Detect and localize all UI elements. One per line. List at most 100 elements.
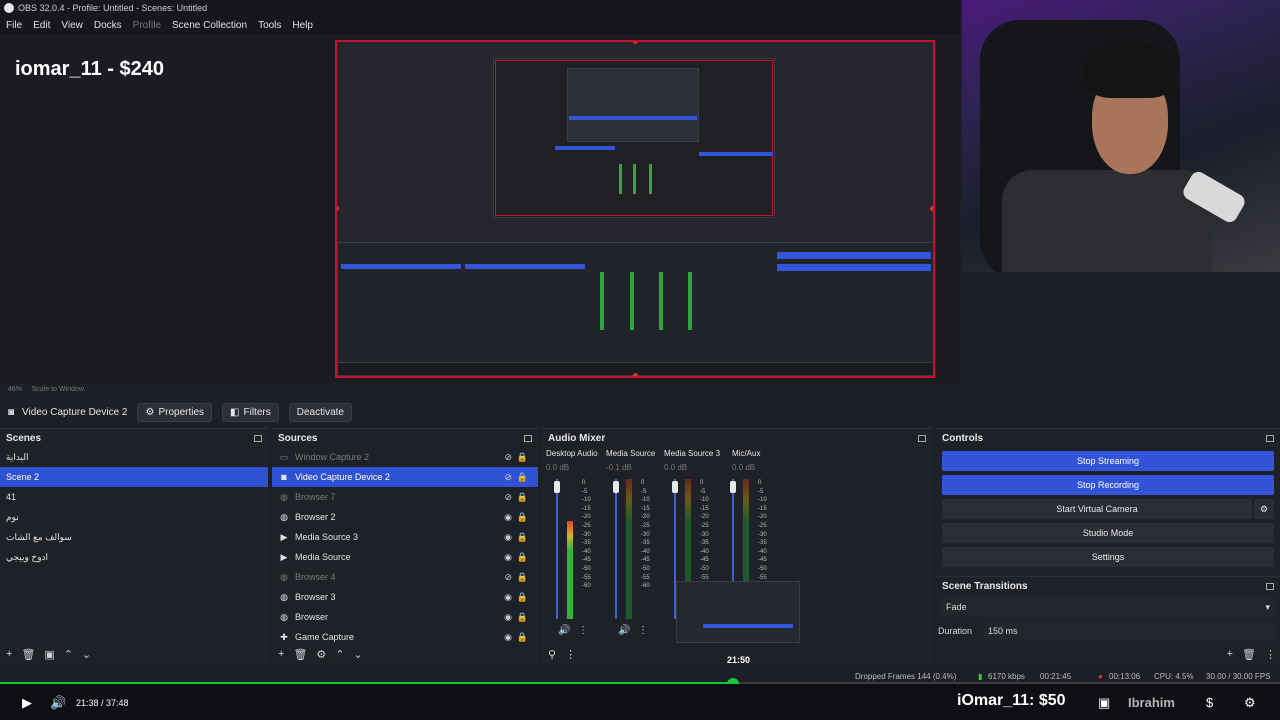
nested-meter (600, 272, 604, 330)
undock-icon[interactable] (524, 434, 532, 442)
kebab-menu-icon[interactable]: ⋮ (638, 625, 648, 636)
scene-item[interactable]: سوالف مع الشات (0, 527, 268, 547)
eye-icon[interactable]: ◉ (504, 532, 512, 543)
volume-slider[interactable] (615, 479, 617, 619)
lock-icon[interactable]: 🔒 (517, 552, 528, 563)
transition-select[interactable]: Fade ▾ (940, 597, 1276, 617)
menu-help[interactable]: Help (292, 20, 313, 31)
kebab-menu-icon[interactable]: ⋮ (565, 648, 576, 661)
volume-slider-knob[interactable] (613, 481, 619, 493)
add-icon[interactable]: + (6, 648, 12, 660)
trash-icon[interactable]: 🗑 (293, 648, 307, 661)
resize-handle[interactable] (633, 42, 638, 44)
lock-icon[interactable]: 🔒 (517, 472, 528, 483)
stop-streaming-button[interactable]: Stop Streaming (942, 451, 1274, 471)
resize-handle[interactable] (337, 206, 339, 211)
source-item[interactable]: ▶ Media Source ◉ 🔒 (272, 547, 538, 567)
trash-icon[interactable]: 🗑 (1242, 648, 1256, 661)
eye-hidden-icon[interactable]: ⊘ (504, 572, 512, 583)
speaker-icon[interactable]: 🔊 (618, 625, 630, 636)
kebab-menu-icon[interactable]: ⋮ (578, 625, 588, 636)
kebab-menu-icon[interactable]: ⋮ (1265, 648, 1276, 661)
eye-hidden-icon[interactable]: ⊘ (504, 492, 512, 503)
menu-file[interactable]: File (6, 20, 22, 31)
source-item[interactable]: ▶ Media Source 3 ◉ 🔒 (272, 527, 538, 547)
scene-item[interactable]: ادوخ وييجي (0, 547, 268, 567)
eye-icon[interactable]: ◉ (504, 592, 512, 603)
scene-item[interactable]: نوم (0, 507, 268, 527)
source-item[interactable]: ◍ Browser ◉ 🔒 (272, 607, 538, 627)
volume-slider-knob[interactable] (672, 481, 678, 493)
resize-handle[interactable] (633, 373, 638, 376)
chevron-down-icon[interactable]: ⌄ (354, 648, 363, 661)
duration-spinbox[interactable]: 150 ms (984, 622, 1276, 640)
resize-handle[interactable] (930, 206, 933, 211)
zoom-level[interactable]: 46% (8, 386, 22, 393)
lock-icon[interactable]: 🔒 (517, 532, 528, 543)
eye-hidden-icon[interactable]: ⊘ (504, 472, 512, 483)
source-item[interactable]: ◍ Browser 2 ◉ 🔒 (272, 507, 538, 527)
source-item[interactable]: ◍ Browser 4 ⊘ 🔒 (272, 567, 538, 587)
undock-icon[interactable] (918, 434, 926, 442)
chevron-up-icon[interactable]: ⌃ (335, 648, 344, 661)
studio-mode-button[interactable]: Studio Mode (942, 523, 1274, 543)
lock-icon[interactable]: 🔒 (517, 492, 528, 503)
source-item[interactable]: ◍ Browser 7 ⊘ 🔒 (272, 487, 538, 507)
add-icon[interactable]: + (1227, 648, 1233, 660)
volume-slider[interactable] (556, 479, 558, 619)
menu-view[interactable]: View (61, 20, 83, 31)
eye-icon[interactable]: ◉ (504, 512, 512, 523)
source-item-selected[interactable]: ◙ Video Capture Device 2 ⊘ 🔒 (272, 467, 538, 487)
chevron-up-icon[interactable]: ⌃ (64, 648, 73, 661)
currency-icon[interactable]: $ (1206, 695, 1213, 710)
filters-button[interactable]: ◧ Filters (222, 402, 279, 422)
trash-icon[interactable]: 🗑 (21, 648, 35, 661)
scene-item-selected[interactable]: Scene 2 (0, 467, 268, 487)
gear-icon[interactable]: ⚙ (1254, 499, 1274, 519)
deactivate-button[interactable]: Deactivate (288, 402, 352, 422)
menu-profile[interactable]: Profile (133, 20, 161, 31)
lock-icon[interactable]: 🔒 (517, 572, 528, 583)
preview-canvas[interactable] (335, 40, 935, 378)
menu-docks[interactable]: Docks (94, 20, 122, 31)
speaker-icon[interactable]: 🔊 (558, 625, 570, 636)
volume-icon[interactable]: 🔊 (50, 695, 66, 711)
scene-item[interactable]: البداية (0, 447, 268, 467)
subtitles-icon[interactable]: ▣ (1098, 695, 1110, 711)
eye-hidden-icon[interactable]: ⊘ (504, 452, 512, 463)
lock-icon[interactable]: 🔒 (517, 592, 528, 603)
scale-mode[interactable]: Scale to Window (32, 386, 84, 393)
volume-slider-knob[interactable] (554, 481, 560, 493)
menu-tools[interactable]: Tools (258, 20, 281, 31)
source-item[interactable]: ▭ Window Capture 2 ⊘ 🔒 (272, 447, 538, 467)
chevron-down-icon[interactable]: ⌄ (82, 648, 91, 661)
stop-recording-button[interactable]: Stop Recording (942, 475, 1274, 495)
source-item[interactable]: ◍ Browser 3 ◉ 🔒 (272, 587, 538, 607)
eye-icon[interactable]: ◉ (504, 552, 512, 563)
lock-icon[interactable]: 🔒 (517, 632, 528, 643)
properties-button[interactable]: ⚙ Properties (137, 402, 213, 422)
lock-icon[interactable]: 🔒 (517, 512, 528, 523)
lock-icon[interactable]: 🔒 (517, 452, 528, 463)
filter-icon[interactable]: ▣ (44, 648, 54, 661)
undock-icon[interactable] (1266, 582, 1274, 590)
gear-icon[interactable]: ⚙ (1244, 695, 1256, 711)
volume-slider-knob[interactable] (730, 481, 736, 493)
undock-icon[interactable] (254, 434, 262, 442)
source-item[interactable]: ✚ Game Capture ◉ 🔒 (272, 627, 538, 647)
play-icon[interactable]: ▶ (22, 695, 32, 711)
menu-edit[interactable]: Edit (33, 20, 50, 31)
add-icon[interactable]: + (278, 648, 284, 660)
menu-scene-collection[interactable]: Scene Collection (172, 20, 247, 31)
eye-icon[interactable]: ◉ (504, 632, 512, 643)
eye-icon[interactable]: ◉ (504, 612, 512, 623)
gear-icon[interactable]: ⚙ (316, 648, 326, 661)
settings-button[interactable]: Settings (942, 547, 1274, 567)
scene-item[interactable]: 41 (0, 487, 268, 507)
wrench-icon[interactable]: ⚲ (548, 648, 556, 661)
selected-source-name: Video Capture Device 2 (22, 406, 128, 418)
lock-icon[interactable]: 🔒 (517, 612, 528, 623)
properties-label: Properties (158, 406, 205, 418)
undock-icon[interactable] (1266, 434, 1274, 442)
start-virtual-camera-button[interactable]: Start Virtual Camera (942, 499, 1252, 519)
